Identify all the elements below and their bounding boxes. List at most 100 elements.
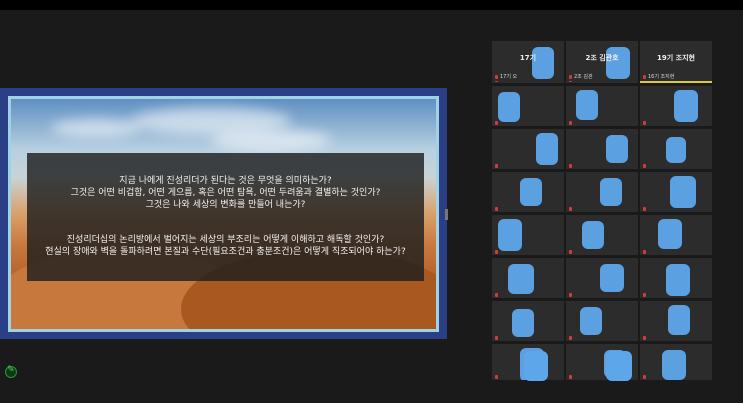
blurred-face-overlay: [666, 264, 690, 296]
blurred-face-overlay: [606, 135, 628, 163]
blurred-face-overlay: [524, 351, 548, 381]
blurred-face-overlay: [662, 350, 686, 380]
participant-name-label: [569, 250, 574, 254]
desert-sky-photo: 지금 나에게 진성리더가 된다는 것은 무엇을 의미하는가? 그것은 어떤 비겁…: [11, 99, 436, 329]
muted-mic-icon: [643, 121, 646, 125]
muted-mic-icon: [569, 293, 572, 297]
muted-mic-icon: [569, 375, 572, 379]
participant-name-label: [569, 375, 574, 379]
participant-name-label: [495, 375, 500, 379]
blurred-face-overlay: [576, 90, 598, 120]
shared-screen-slide: 지금 나에게 진성리더가 된다는 것은 무엇을 의미하는가? 그것은 어떤 비겁…: [0, 88, 447, 339]
blurred-face-overlay: [532, 47, 554, 79]
participant-name-text: 17기 오: [500, 74, 518, 80]
splitter-handle[interactable]: [445, 209, 448, 220]
muted-mic-icon: [643, 250, 646, 254]
participant-name-label: [569, 207, 574, 211]
blurred-face-overlay: [668, 305, 690, 335]
participant-tile[interactable]: [566, 129, 638, 169]
participant-tile[interactable]: [640, 129, 712, 169]
blurred-face-overlay: [508, 264, 534, 294]
participant-name-label: [643, 121, 648, 125]
slide-line-5: 현실의 장애와 벽을 돌파하려면 본질과 수단(필요조건과 충분조건)은 어떻게…: [45, 247, 406, 257]
participant-tile[interactable]: [492, 215, 564, 255]
muted-mic-icon: [643, 207, 646, 211]
blurred-face-overlay: [512, 309, 534, 337]
slide-line-3: 그것은 나와 세상의 변화를 만들어 내는가?: [145, 200, 306, 210]
participant-gallery: 정삼17기17기 오2조 김관호2조 김관19기 조지현16기 조지현: [490, 41, 714, 382]
participant-display-name: 2조 김관호: [585, 54, 619, 62]
participant-name-label: [569, 336, 574, 340]
participant-name-label: [643, 336, 648, 340]
participant-name-label: 17기 오: [495, 73, 517, 80]
participant-tile[interactable]: [492, 258, 564, 298]
slide-frame: 지금 나에게 진성리더가 된다는 것은 무엇을 의미하는가? 그것은 어떤 비겁…: [8, 96, 439, 332]
participant-tile[interactable]: [640, 258, 712, 298]
blurred-face-overlay: [536, 133, 558, 165]
participant-name-label: [495, 336, 500, 340]
blurred-face-overlay: [606, 47, 630, 79]
participant-name-label: [569, 164, 574, 168]
participant-name-label: [569, 121, 574, 125]
participant-tile[interactable]: [566, 86, 638, 126]
muted-mic-icon: [569, 121, 572, 125]
participant-tile[interactable]: 19기 조지현 16기 조지현: [640, 41, 712, 81]
muted-mic-icon: [643, 293, 646, 297]
participant-tile[interactable]: [566, 258, 638, 298]
muted-mic-icon: [643, 74, 646, 79]
participant-name-label: [495, 164, 500, 168]
participant-tile[interactable]: [566, 301, 638, 341]
participant-tile[interactable]: [566, 172, 638, 212]
participant-name-label: [495, 250, 500, 254]
blurred-face-overlay: [580, 307, 602, 335]
participant-name-label: [495, 207, 500, 211]
participant-name-label: [643, 164, 648, 168]
blurred-face-overlay: [674, 90, 698, 122]
participant-display-name: 19기 조지현: [657, 54, 695, 62]
participant-tile[interactable]: [640, 172, 712, 212]
muted-mic-icon: [569, 207, 572, 211]
blurred-face-overlay: [658, 219, 682, 249]
blurred-face-overlay: [670, 176, 696, 208]
participant-tile[interactable]: [492, 172, 564, 212]
participant-name-label: [643, 207, 648, 211]
muted-mic-icon: [569, 74, 572, 79]
muted-mic-icon: [495, 336, 498, 340]
participant-tile[interactable]: [566, 215, 638, 255]
participant-display-name: 17기: [519, 54, 537, 62]
muted-mic-icon: [495, 164, 498, 168]
participant-name-label: [643, 375, 648, 379]
muted-mic-icon: [495, 250, 498, 254]
muted-mic-icon: [495, 375, 498, 379]
participant-tile[interactable]: [492, 86, 564, 126]
participant-tile[interactable]: [640, 86, 712, 126]
participant-tile[interactable]: [640, 215, 712, 255]
participant-name-text: 2조 김관: [574, 74, 593, 80]
annotate-pen-icon[interactable]: [5, 365, 17, 378]
blurred-face-overlay: [666, 137, 686, 163]
participant-tile[interactable]: 17기 17기 오: [492, 41, 564, 81]
muted-mic-icon: [643, 164, 646, 168]
blurred-face-overlay: [600, 178, 622, 206]
muted-mic-icon: [569, 250, 572, 254]
muted-mic-icon: [495, 74, 498, 79]
window-top-bar: [0, 0, 743, 10]
participant-tile[interactable]: [492, 301, 564, 341]
participant-name-label: 16기 조지현: [643, 73, 674, 80]
participant-tile[interactable]: 2조 김관호 2조 김관: [566, 41, 638, 81]
muted-mic-icon: [643, 375, 646, 379]
blurred-face-overlay: [600, 264, 624, 292]
participant-tile[interactable]: [492, 129, 564, 169]
blurred-face-overlay: [606, 351, 632, 381]
participant-name-label: [643, 250, 648, 254]
participant-name-label: [643, 293, 648, 297]
muted-mic-icon: [643, 336, 646, 340]
muted-mic-icon: [495, 121, 498, 125]
participant-tile[interactable]: [640, 301, 712, 341]
blurred-face-overlay: [520, 178, 542, 206]
participant-tile[interactable]: [640, 344, 712, 380]
muted-mic-icon: [495, 207, 498, 211]
blurred-face-overlay: [582, 221, 604, 249]
participant-name-label: [569, 293, 574, 297]
participant-name-label: [495, 121, 500, 125]
